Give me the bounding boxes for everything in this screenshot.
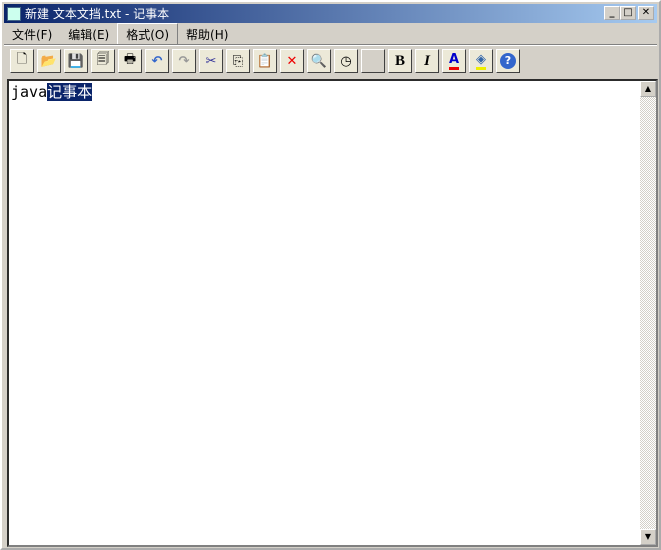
selected-text: 记事本 — [47, 83, 93, 101]
toolbar-fill-color-button[interactable]: ◈ — [469, 49, 493, 73]
menu-format[interactable]: 格式(O) — [117, 22, 179, 46]
toolbar-bold-button[interactable]: B — [388, 49, 412, 73]
time-icon: ◷ — [340, 53, 352, 69]
vertical-scrollbar[interactable]: ▲ ▼ — [640, 81, 656, 545]
divider — [4, 44, 657, 46]
save-all-icon: 🗐 — [96, 52, 110, 67]
toolbar-new-button[interactable]: 🗋 — [10, 49, 34, 73]
toolbar-delete-button[interactable]: ✕ — [280, 49, 304, 73]
paste-icon: 📋 — [256, 53, 274, 69]
help-icon: ? — [500, 53, 516, 69]
maximize-button[interactable]: □ — [620, 6, 636, 20]
toolbar-save-button[interactable]: 💾 — [64, 49, 88, 73]
italic-icon: I — [424, 52, 430, 69]
save-icon: 💾 — [67, 53, 85, 69]
close-button[interactable]: ✕ — [638, 6, 654, 20]
toolbar-redo-button[interactable]: ↷ — [172, 49, 196, 73]
menu-help[interactable]: 帮助(H) — [178, 24, 236, 45]
toolbar-print-button[interactable]: 🖶 — [118, 49, 142, 73]
open-icon: 📂 — [40, 53, 58, 69]
toolbar-time-button[interactable]: ◷ — [334, 49, 358, 73]
toolbar-save-all-button[interactable]: 🗐 — [91, 49, 115, 73]
bold-icon: B — [394, 52, 405, 69]
toolbar-blank-button[interactable] — [361, 49, 385, 73]
font-color-icon: A — [448, 52, 460, 70]
menu-edit[interactable]: 编辑(E) — [60, 24, 117, 45]
toolbar-copy-button[interactable]: ⎘ — [226, 49, 250, 73]
find-icon: 🔍 — [310, 53, 328, 69]
title-bar[interactable]: 新建 文本文挡.txt - 记事本 _ □ ✕ — [4, 4, 657, 23]
window-title: 新建 文本文挡.txt - 记事本 — [25, 7, 170, 21]
toolbar-help-button[interactable]: ? — [496, 49, 520, 73]
plain-text: java — [11, 83, 48, 101]
print-icon: 🖶 — [123, 52, 137, 67]
toolbar-find-button[interactable]: 🔍 — [307, 49, 331, 73]
redo-icon: ↷ — [178, 53, 190, 69]
minimize-button[interactable]: _ — [604, 6, 620, 20]
toolbar: 🗋 📂 💾 🗐 🖶 ↶ ↷ ✂ ⎘ 📋 ✕ 🔍 ◷ B I A ◈? — [10, 49, 520, 73]
fill-color-icon: ◈ — [476, 52, 486, 70]
undo-icon: ↶ — [151, 53, 163, 69]
notepad-icon — [7, 6, 21, 21]
toolbar-open-button[interactable]: 📂 — [37, 49, 61, 73]
text-editor[interactable]: java记事本 ▲ ▼ — [7, 79, 658, 547]
scroll-up-button[interactable]: ▲ — [640, 81, 656, 97]
menu-file[interactable]: 文件(F) — [4, 24, 60, 45]
toolbar-undo-button[interactable]: ↶ — [145, 49, 169, 73]
notepad-window: 新建 文本文挡.txt - 记事本 _ □ ✕ 文件(F) 编辑(E) 格式(O… — [0, 0, 661, 550]
toolbar-font-color-button[interactable]: A — [442, 49, 466, 73]
toolbar-italic-button[interactable]: I — [415, 49, 439, 73]
scroll-down-button[interactable]: ▼ — [640, 529, 656, 545]
menu-bar: 文件(F) 编辑(E) 格式(O) 帮助(H) — [4, 22, 236, 46]
editor-text[interactable]: java记事本 — [11, 83, 93, 101]
toolbar-paste-button[interactable]: 📋 — [253, 49, 277, 73]
toolbar-cut-button[interactable]: ✂ — [199, 49, 223, 73]
new-icon: 🗋 — [16, 52, 28, 67]
delete-icon: ✕ — [286, 53, 298, 69]
copy-icon: ⎘ — [232, 53, 244, 69]
cut-icon: ✂ — [205, 53, 217, 69]
